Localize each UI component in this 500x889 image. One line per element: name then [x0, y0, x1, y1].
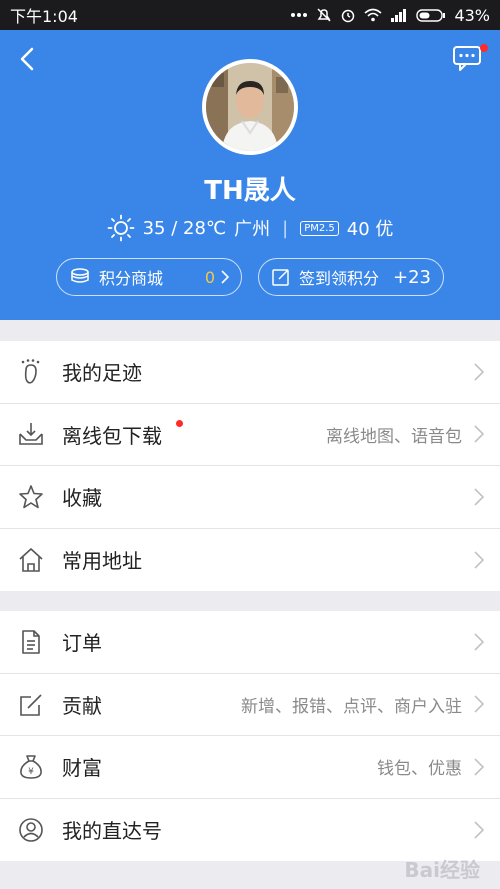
points-mall-label: 积分商城: [99, 269, 164, 288]
chevron-right-icon: [474, 821, 500, 839]
sun-icon: [107, 214, 134, 242]
order-icon: [0, 628, 62, 656]
air-quality: 40 优: [346, 219, 394, 240]
weather-bar: 35 / 28℃ 广州 | PM2.5 40 优: [0, 214, 500, 242]
menu-item-wealth[interactable]: ¥ 财富 钱包、优惠: [0, 736, 500, 799]
chevron-right-icon: [474, 551, 500, 569]
wifi-icon: [364, 8, 382, 22]
user-circle-icon: [0, 816, 62, 844]
dots-icon: [291, 13, 308, 17]
menu-item-footprint[interactable]: 我的足迹: [0, 341, 500, 404]
message-badge: [480, 44, 488, 52]
menu-label: 贡献: [62, 693, 102, 718]
coins-icon: [71, 268, 89, 283]
chevron-right-icon: [474, 633, 500, 651]
chevron-right-icon: [474, 488, 500, 506]
profile-header: TH晟人 35 / 28℃ 广州 | PM2.5 40 优 积分商城 0 签到领…: [0, 30, 500, 320]
menu-item-orders[interactable]: 订单: [0, 611, 500, 674]
menu-label: 我的直达号: [62, 819, 162, 844]
menu-label: 离线包下载: [62, 423, 162, 448]
points-mall-button[interactable]: 积分商城 0: [56, 258, 242, 296]
money-bag-icon: ¥: [0, 753, 62, 781]
menu-group-1: 我的足迹 离线包下载 离线地图、语音包 收藏 常用地址: [0, 341, 500, 591]
avatar[interactable]: [202, 59, 298, 155]
battery-text: 43%: [454, 5, 490, 25]
back-icon[interactable]: [14, 44, 44, 74]
menu-sub: 钱包、优惠: [377, 759, 462, 780]
chevron-right-icon: [474, 695, 500, 713]
points-value: 0: [204, 267, 215, 287]
menu-label: 常用地址: [62, 549, 142, 574]
temperature: 35 / 28℃: [142, 217, 227, 239]
chevron-right-icon: [474, 758, 500, 776]
bottom-area: Bai经验: [0, 858, 500, 889]
checkin-value: +23: [393, 266, 431, 288]
menu-item-offline-download[interactable]: 离线包下载 离线地图、语音包: [0, 404, 500, 466]
checkin-edit-icon: [272, 269, 289, 286]
status-bar: 下午1:04 43%: [0, 0, 500, 30]
svg-text:¥: ¥: [28, 767, 34, 777]
menu-item-favorites[interactable]: 收藏: [0, 466, 500, 529]
menu-label: 订单: [62, 631, 102, 656]
user-name: TH晟人: [204, 176, 296, 206]
chevron-right-icon: [221, 270, 229, 284]
download-icon: [0, 420, 62, 448]
menu-item-contribution[interactable]: 贡献 新增、报错、点评、商户入驻: [0, 674, 500, 736]
menu-label: 财富: [62, 756, 102, 781]
chevron-right-icon: [474, 425, 500, 443]
checkin-label: 签到领积分: [299, 269, 380, 288]
footprint-icon: [0, 358, 62, 386]
checkin-button[interactable]: 签到领积分 +23: [258, 258, 444, 296]
menu-item-direct-account[interactable]: 我的直达号: [0, 799, 500, 862]
menu-item-common-address[interactable]: 常用地址: [0, 529, 500, 592]
battery-icon: [416, 9, 446, 22]
menu-group-2: 订单 贡献 新增、报错、点评、商户入驻 ¥ 财富 钱包、优惠 我的直达号: [0, 611, 500, 861]
alarm-icon: [342, 9, 355, 23]
home-icon: [0, 546, 62, 574]
signal-icon: [391, 9, 407, 22]
new-badge: [176, 419, 183, 427]
mute-icon: [317, 8, 331, 22]
pm25-badge: PM2.5: [300, 220, 339, 236]
menu-sub: 离线地图、语音包: [326, 426, 462, 447]
edit-icon: [0, 690, 62, 718]
star-icon: [0, 483, 62, 511]
watermark: Bai经验: [404, 858, 480, 882]
city: 广州: [234, 219, 271, 240]
chat-icon: [453, 46, 481, 71]
message-button[interactable]: [452, 44, 488, 74]
chevron-right-icon: [474, 363, 500, 381]
menu-sub: 新增、报错、点评、商户入驻: [241, 696, 462, 717]
menu-label: 收藏: [62, 486, 102, 511]
divider: |: [282, 217, 289, 239]
menu-label: 我的足迹: [62, 361, 142, 386]
status-time: 下午1:04: [10, 7, 78, 26]
